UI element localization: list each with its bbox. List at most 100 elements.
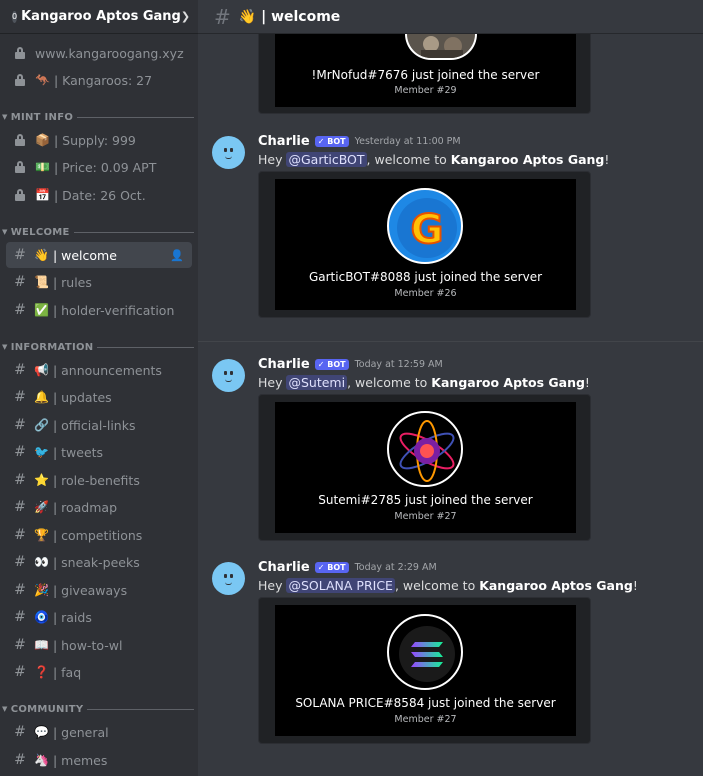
message-meta: Charlie ✓ BOT Yesterday at 11:00 PM <box>258 134 461 149</box>
chevron-down-icon: ▼ <box>2 343 8 351</box>
check-icon: ✅ <box>34 303 49 317</box>
bot-label: BOT <box>327 360 346 369</box>
hashtag-icon: # <box>14 637 26 653</box>
member-number: Member #26 <box>394 288 457 299</box>
message: Charlie ✓ BOT Today at 2:29 AM Hey @SOLA… <box>198 558 703 748</box>
channel-sidebar: 0 Kangaroo Aptos Gang ❯ www.kangaroogang… <box>0 0 198 776</box>
user-mention[interactable]: @GarticBOT <box>286 152 367 167</box>
channel-date[interactable]: 📅 | Date: 26 Oct. <box>6 182 192 208</box>
welcome-card: Sutemi#2785 just joined the server Membe… <box>258 394 591 541</box>
channel-official-links[interactable]: # 🔗 | official-links <box>6 412 192 438</box>
member-avatar <box>405 34 477 60</box>
joined-text: SOLANA PRICE#8584 just joined the server <box>295 696 556 710</box>
text-end: ! <box>632 578 638 593</box>
hashtag-icon: # <box>14 582 26 598</box>
channel-faq[interactable]: # ❓ | faq <box>6 659 192 685</box>
star-icon: ⭐ <box>34 473 49 487</box>
channel-website[interactable]: www.kangaroogang.xyz <box>6 40 192 66</box>
hashtag-icon: # <box>14 472 26 488</box>
user-mention[interactable]: @SOLANA PRICE <box>286 578 395 593</box>
bot-badge: ✓ BOT <box>314 562 349 573</box>
hashtag-icon: # <box>14 417 26 433</box>
hashtag-icon: # <box>214 4 231 29</box>
category-community[interactable]: ▼ COMMUNITY <box>2 701 194 717</box>
hashtag-icon: # <box>14 499 26 515</box>
server-name-bold: Kangaroo Aptos Gang <box>431 375 585 390</box>
unicorn-icon: 🦄 <box>34 753 49 767</box>
server-name: Kangaroo Aptos Gang <box>21 9 181 24</box>
channel-tweets[interactable]: # 🐦 | tweets <box>6 439 192 465</box>
chevron-down-icon[interactable]: ❯ <box>181 10 190 23</box>
server-header[interactable]: 0 Kangaroo Aptos Gang ❯ <box>0 0 198 34</box>
hashtag-icon: # <box>14 609 26 625</box>
channel-giveaways[interactable]: # 🎉 | giveaways <box>6 577 192 603</box>
avatar[interactable] <box>212 562 245 595</box>
channel-how-to-wl[interactable]: # 📖 | how-to-wl <box>6 632 192 658</box>
hashtag-icon: # <box>14 752 26 768</box>
category-information[interactable]: ▼ INFORMATION <box>2 339 194 355</box>
channel-updates[interactable]: # 🔔 | updates <box>6 384 192 410</box>
party-icon: 🎉 <box>34 583 49 597</box>
message: Charlie ✓ BOT Today at 12:59 AM Hey @Sut… <box>198 355 703 545</box>
channel-announcements[interactable]: # 📢 | announcements <box>6 357 192 383</box>
channel-label: | Kangaroos: 27 <box>53 72 153 88</box>
add-user-icon[interactable]: 👤 <box>170 249 184 262</box>
server-name-bold: Kangaroo Aptos Gang <box>479 578 633 593</box>
channel-label: | competitions <box>52 527 143 543</box>
channel-roadmap[interactable]: # 🚀 | roadmap <box>6 494 192 520</box>
message-text: Hey @GarticBOT, welcome to Kangaroo Apto… <box>258 152 609 167</box>
timestamp: Today at 12:59 AM <box>354 359 443 370</box>
channel-label: | tweets <box>52 444 104 460</box>
channel-memes[interactable]: # 🦄 | memes <box>6 747 192 773</box>
nazar-icon: 🧿 <box>34 610 49 624</box>
welcome-card-image: SOLANA PRICE#8584 just joined the server… <box>275 605 576 736</box>
channel-kangaroos[interactable]: 🦘 | Kangaroos: 27 <box>6 67 192 93</box>
author-name[interactable]: Charlie <box>258 357 310 372</box>
channel-label: | Date: 26 Oct. <box>53 187 146 203</box>
category-welcome[interactable]: ▼ WELCOME <box>2 224 194 240</box>
hashtag-icon: # <box>14 302 26 318</box>
author-name[interactable]: Charlie <box>258 134 310 149</box>
hashtag-icon: # <box>14 362 26 378</box>
channel-welcome[interactable]: # 👋 | welcome 👤 <box>6 242 192 268</box>
channel-label: www.kangaroogang.xyz <box>35 45 184 61</box>
member-number: Member #27 <box>394 511 457 522</box>
channel-label: | Supply: 999 <box>53 132 136 148</box>
channel-header: # 👋 | welcome <box>198 0 703 34</box>
date-divider <box>198 341 703 342</box>
message-text: Hey @Sutemi, welcome to Kangaroo Aptos G… <box>258 375 590 390</box>
channel-label: | raids <box>52 609 92 625</box>
channel-sneak-peeks[interactable]: # 👀 | sneak-peeks <box>6 549 192 575</box>
text-hey: Hey <box>258 152 287 167</box>
channel-label: | how-to-wl <box>52 637 123 653</box>
server-name-bold: Kangaroo Aptos Gang <box>450 152 605 167</box>
channel-title: 👋 | welcome <box>239 9 341 25</box>
member-number: Member #29 <box>394 85 457 96</box>
channel-holder-verification[interactable]: # ✅ | holder-verification <box>6 297 192 323</box>
channel-price[interactable]: 💵 | Price: 0.09 APT <box>6 154 192 180</box>
channel-supply[interactable]: 📦 | Supply: 999 <box>6 127 192 153</box>
channel-competitions[interactable]: # 🏆 | competitions <box>6 522 192 548</box>
category-divider <box>73 231 194 233</box>
chevron-down-icon: ▼ <box>2 113 8 121</box>
timestamp: Yesterday at 11:00 PM <box>354 136 461 147</box>
welcome-card: !MrNofud#7676 just joined the server Mem… <box>258 34 591 114</box>
avatar[interactable] <box>212 136 245 169</box>
channel-rules[interactable]: # 📜 | rules <box>6 269 192 295</box>
text-hey: Hey <box>258 578 287 593</box>
channel-role-benefits[interactable]: # ⭐ | role-benefits <box>6 467 192 493</box>
channel-raids[interactable]: # 🧿 | raids <box>6 604 192 630</box>
text-end: ! <box>584 375 590 390</box>
channel-label: | rules <box>52 274 92 290</box>
chevron-down-icon: ▼ <box>2 705 8 713</box>
hashtag-icon: # <box>14 389 26 405</box>
channel-label: | faq <box>52 664 82 680</box>
category-label: COMMUNITY <box>10 703 84 715</box>
money-icon: 💵 <box>35 160 50 174</box>
channel-general[interactable]: # 💬 | general <box>6 719 192 745</box>
bot-label: BOT <box>327 137 346 146</box>
author-name[interactable]: Charlie <box>258 560 310 575</box>
avatar[interactable] <box>212 359 245 392</box>
category-mint-info[interactable]: ▼ MINT INFO <box>2 109 194 125</box>
user-mention[interactable]: @Sutemi <box>286 375 348 390</box>
